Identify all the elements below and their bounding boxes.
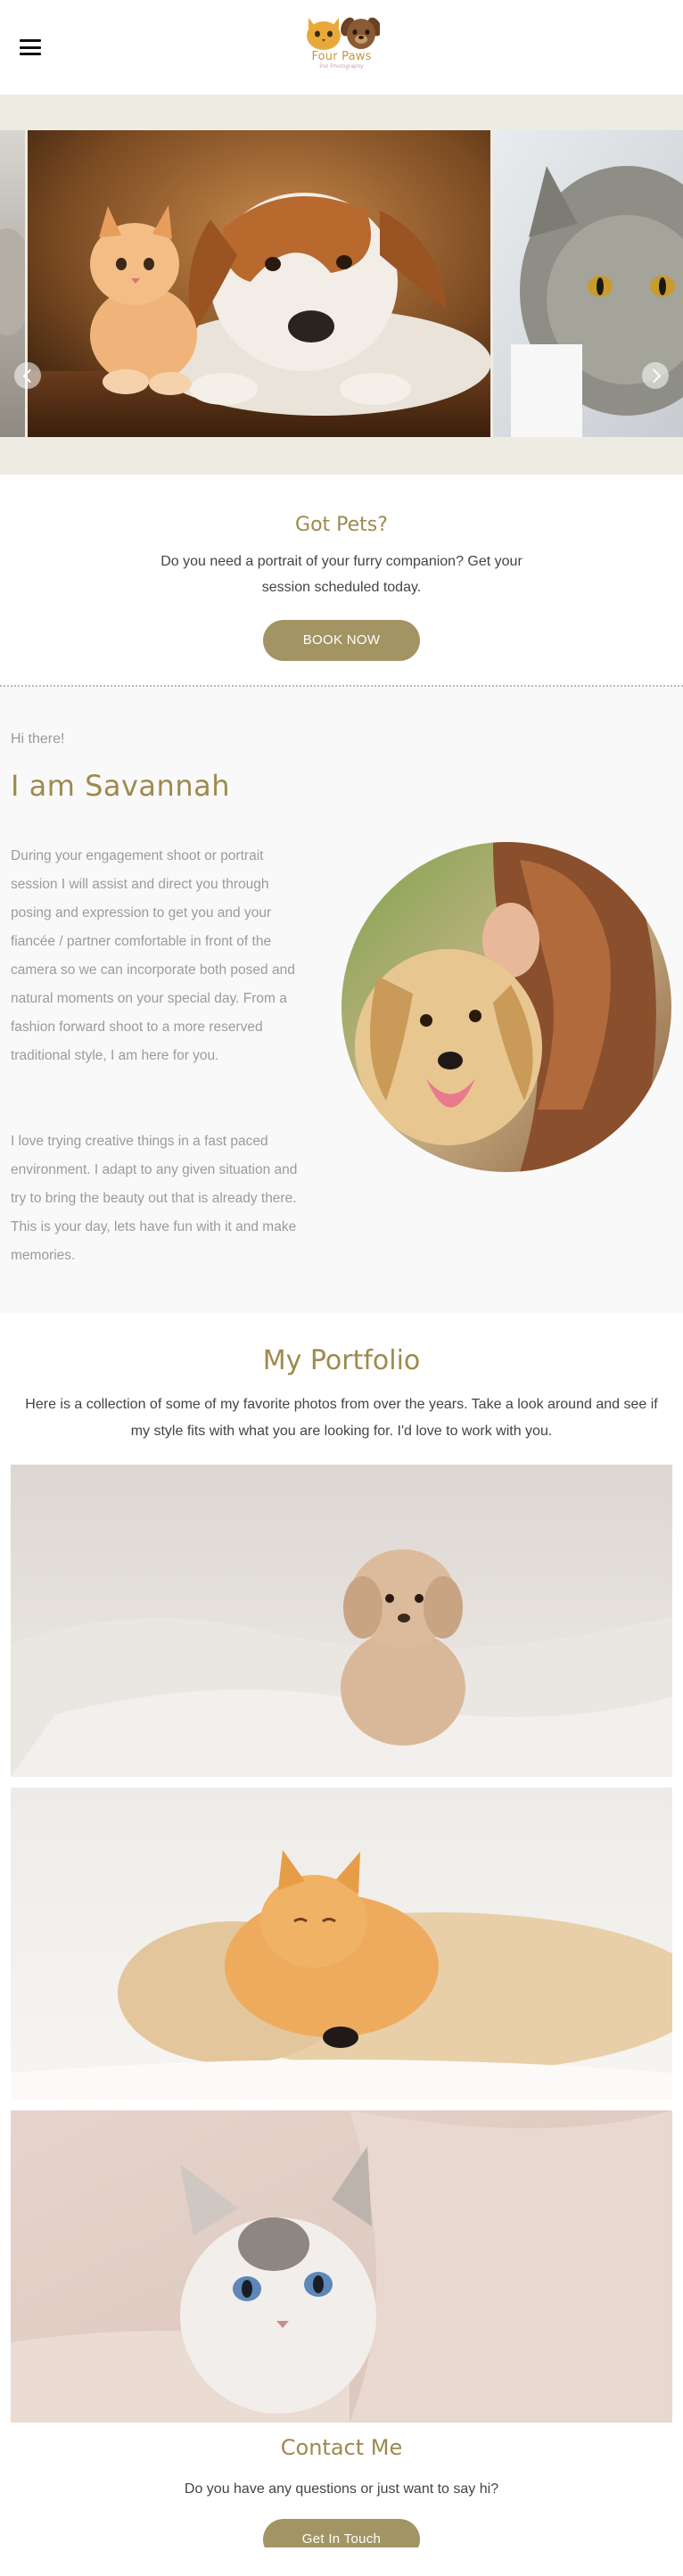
about-greeting: Hi there! [11, 731, 65, 747]
carousel-next-button[interactable] [642, 362, 669, 389]
got-pets-section: Got Pets? Do you need a portrait of your… [0, 475, 683, 687]
book-now-button[interactable]: BOOK NOW [263, 620, 420, 661]
portfolio-section: My Portfolio Here is a collection of som… [0, 1313, 683, 2432]
carousel-slide-prev[interactable] [0, 130, 25, 437]
site-header: Four Paws Pet Photography [0, 0, 683, 95]
about-section: Hi there! I am Savannah During your enga… [0, 687, 683, 1313]
portfolio-text: Here is a collection of some of my favor… [25, 1397, 658, 1439]
carousel-prev-button[interactable] [14, 362, 41, 389]
cat-and-dog-logo-icon [307, 17, 380, 50]
hamburger-menu-icon[interactable] [20, 39, 41, 55]
logo-subtitle: Pet Photography [319, 64, 364, 70]
about-paragraph-1: During your engagement shoot or portrait… [11, 848, 295, 1063]
hero-carousel [0, 95, 683, 475]
contact-title: Contact Me [280, 2435, 403, 2460]
logo-name: Four Paws [311, 50, 372, 63]
about-name: I am Savannah [11, 769, 230, 803]
got-pets-text: Do you need a portrait of your furry com… [160, 554, 523, 595]
savannah-portrait-image [342, 842, 671, 1172]
portfolio-title: My Portfolio [262, 1345, 421, 1376]
carousel-slide-active[interactable] [28, 130, 490, 437]
portfolio-photo-kitten-in-blanket[interactable] [11, 2110, 672, 2423]
portfolio-photo-puppy-and-kitten[interactable] [11, 1788, 672, 2100]
portfolio-photo-puppy[interactable] [11, 1465, 672, 1777]
got-pets-title: Got Pets? [295, 514, 388, 536]
site-logo[interactable]: Four Paws Pet Photography [301, 12, 382, 70]
contact-text: Do you have any questions or just want t… [184, 2481, 499, 2497]
get-in-touch-button[interactable]: Get In Touch [263, 2519, 420, 2547]
about-paragraph-2: I love trying creative things in a fast … [11, 1134, 298, 1263]
carousel-slide-next[interactable] [493, 130, 683, 437]
contact-section: Contact Me Do you have any questions or … [0, 2432, 683, 2547]
